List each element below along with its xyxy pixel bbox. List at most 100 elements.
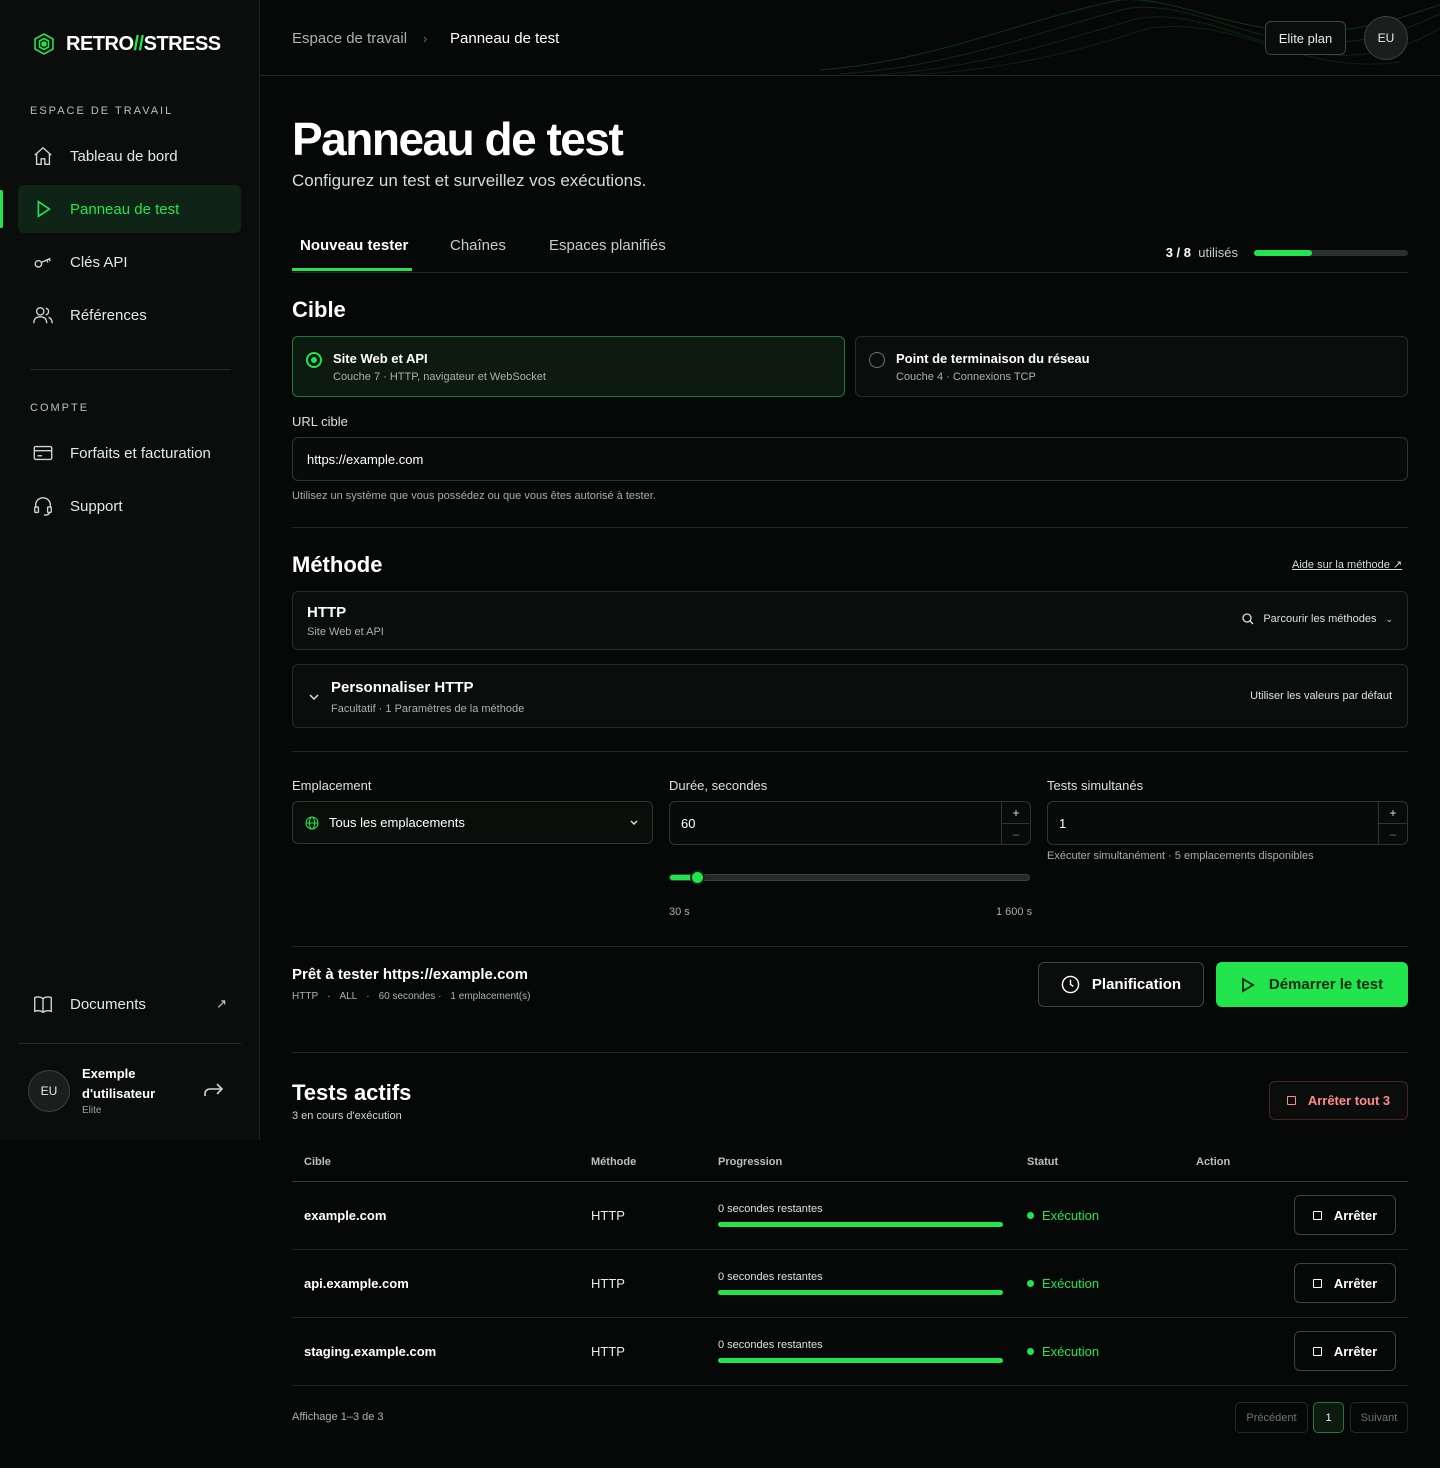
tab-scheduled[interactable]: Espaces planifiés	[549, 237, 666, 254]
progress-bar	[718, 1290, 1003, 1295]
pagination-prev[interactable]: Précédent	[1235, 1402, 1308, 1433]
browse-methods-button[interactable]: Parcourir les méthodes ⌄	[1242, 613, 1393, 625]
user-profile: EU Exemple d'utilisateur Elite	[18, 1043, 241, 1140]
schedule-label: Planification	[1091, 976, 1182, 993]
method-help-link[interactable]: Aide sur la méthode ↗	[1292, 558, 1402, 571]
table-row: example.com HTTP 0 secondes restantes Ex…	[292, 1181, 1408, 1250]
chevron-down-icon	[630, 820, 638, 825]
top-avatar[interactable]: EU	[1364, 16, 1408, 60]
sidebar-item-api-keys[interactable]: Clés API	[18, 238, 241, 286]
stop-button[interactable]: Arrêter	[1294, 1263, 1396, 1303]
breadcrumb-parent[interactable]: Espace de travail	[292, 30, 407, 47]
sidebar-item-label: Documents	[70, 995, 146, 1013]
credit-card-icon	[33, 445, 53, 461]
row-progress: 0 secondes restantes	[706, 1317, 1015, 1386]
status-dot	[1027, 1211, 1034, 1219]
radio-unselected[interactable]	[869, 352, 885, 368]
sidebar-item-test-panel[interactable]: Panneau de test	[18, 185, 241, 233]
sidebar: RETRO//STRESS ESPACE DE TRAVAIL Tableau …	[0, 0, 260, 1140]
radio-selected[interactable]	[306, 352, 322, 368]
workspace-heading: ESPACE DE TRAVAIL	[30, 105, 174, 117]
search-icon	[1242, 613, 1254, 625]
logout-icon[interactable]	[202, 1080, 224, 1100]
tab-bar: Nouveau tester Chaînes Espaces planifiés…	[292, 228, 1408, 273]
tab-underline	[292, 268, 412, 271]
target-option-network[interactable]: Point de terminaison du réseau Couche 4 …	[855, 336, 1408, 397]
pagination-next[interactable]: Suivant	[1350, 1402, 1408, 1433]
decrement-button[interactable]: –	[1379, 823, 1407, 844]
stop-label: Arrêter	[1333, 1207, 1378, 1223]
status-label: Exécution	[1042, 1207, 1100, 1223]
method-selector[interactable]: HTTP Site Web et API Parcourir les métho…	[292, 591, 1408, 650]
usage-bar	[1254, 250, 1408, 256]
user-name-line1: Exemple	[82, 1066, 136, 1081]
ready-title: Prêt à tester https://example.com	[292, 966, 528, 983]
tab-chains[interactable]: Chaînes	[450, 237, 506, 254]
headset-icon	[34, 497, 52, 516]
status-label: Exécution	[1042, 1275, 1100, 1291]
url-hint: Utilisez un système que vous possédez ou…	[292, 490, 656, 502]
duration-slider[interactable]	[669, 870, 1030, 885]
progress-text: 0 secondes restantes	[718, 1339, 823, 1351]
duration-label: Durée, secondes	[669, 778, 768, 793]
key-icon	[34, 257, 51, 268]
concurrent-value: 1	[1059, 815, 1067, 831]
decrement-button[interactable]: –	[1002, 823, 1030, 844]
brand-logo[interactable]: RETRO//STRESS	[32, 32, 221, 56]
location-select[interactable]: Tous les emplacements	[292, 801, 653, 844]
schedule-button[interactable]: Planification	[1038, 962, 1204, 1007]
sidebar-item-dashboard[interactable]: Tableau de bord	[18, 132, 241, 180]
stop-all-label: Arrêter tout 3	[1307, 1093, 1391, 1108]
method-sub: Site Web et API	[307, 626, 384, 638]
meta-locations: 1 emplacement(s)	[450, 991, 531, 1002]
sidebar-item-references[interactable]: Références	[18, 291, 241, 339]
stop-button[interactable]: Arrêter	[1294, 1195, 1396, 1235]
brand-name-left: RETRO	[66, 32, 134, 55]
row-target: staging.example.com	[292, 1317, 579, 1386]
row-method: HTTP	[579, 1317, 706, 1386]
meta-separator: ·	[327, 991, 331, 1002]
location-value: Tous les emplacements	[329, 815, 465, 830]
active-tests-heading: Tests actifs	[292, 1080, 412, 1105]
method-heading: Méthode	[292, 552, 383, 577]
stop-icon	[1312, 1278, 1322, 1288]
sidebar-item-support[interactable]: Support	[18, 482, 241, 530]
pagination-page[interactable]: 1	[1313, 1402, 1344, 1433]
section-divider	[292, 946, 1408, 947]
page-subtitle: Configurez un test et surveillez vos exé…	[292, 171, 647, 190]
row-status: Exécution	[1015, 1317, 1184, 1386]
breadcrumb-chevron-icon: ›	[423, 31, 428, 46]
stop-button[interactable]: Arrêter	[1294, 1331, 1396, 1371]
customize-method-panel[interactable]: Personnaliser HTTP Facultatif · 1 Paramè…	[292, 664, 1408, 728]
target-option-sub: Couche 4 · Connexions TCP	[896, 371, 1036, 383]
row-action: Arrêter	[1184, 1249, 1408, 1318]
brand-slashes: //	[133, 32, 145, 55]
url-input[interactable]: https://example.com	[292, 437, 1408, 481]
increment-button[interactable]: +	[1002, 802, 1030, 823]
use-defaults-button[interactable]: Utiliser les valeurs par défaut	[1250, 690, 1392, 702]
sidebar-item-label: Clés API	[70, 253, 128, 271]
tab-new-tester[interactable]: Nouveau tester	[300, 237, 408, 254]
start-test-button[interactable]: Démarrer le test	[1216, 962, 1408, 1007]
slider-handle[interactable]	[690, 870, 705, 885]
stop-label: Arrêter	[1333, 1343, 1378, 1359]
book-icon	[34, 996, 52, 1014]
sidebar-item-billing[interactable]: Forfaits et facturation	[18, 429, 241, 477]
play-icon	[37, 200, 51, 218]
target-option-title: Site Web et API	[333, 351, 428, 366]
chevron-down-icon[interactable]	[309, 694, 319, 701]
start-test-label: Démarrer le test	[1268, 976, 1384, 993]
plan-button[interactable]: Elite plan	[1265, 21, 1346, 55]
active-tests-table: Cible Méthode Progression Statut Action …	[292, 1143, 1408, 1386]
sidebar-item-documents[interactable]: Documents ↗	[18, 980, 241, 1028]
stop-all-button[interactable]: Arrêter tout 3	[1269, 1081, 1408, 1120]
progress-bar	[718, 1222, 1003, 1227]
concurrent-input[interactable]: 1 + –	[1047, 801, 1408, 845]
avatar[interactable]: EU	[28, 1070, 70, 1112]
duration-input[interactable]: 60 + –	[669, 801, 1031, 845]
target-option-web[interactable]: Site Web et API Couche 7 · HTTP, navigat…	[292, 336, 845, 397]
increment-button[interactable]: +	[1379, 802, 1407, 823]
active-indicator	[0, 190, 3, 228]
page-title: Panneau de test	[292, 113, 624, 165]
location-label: Emplacement	[292, 778, 372, 793]
